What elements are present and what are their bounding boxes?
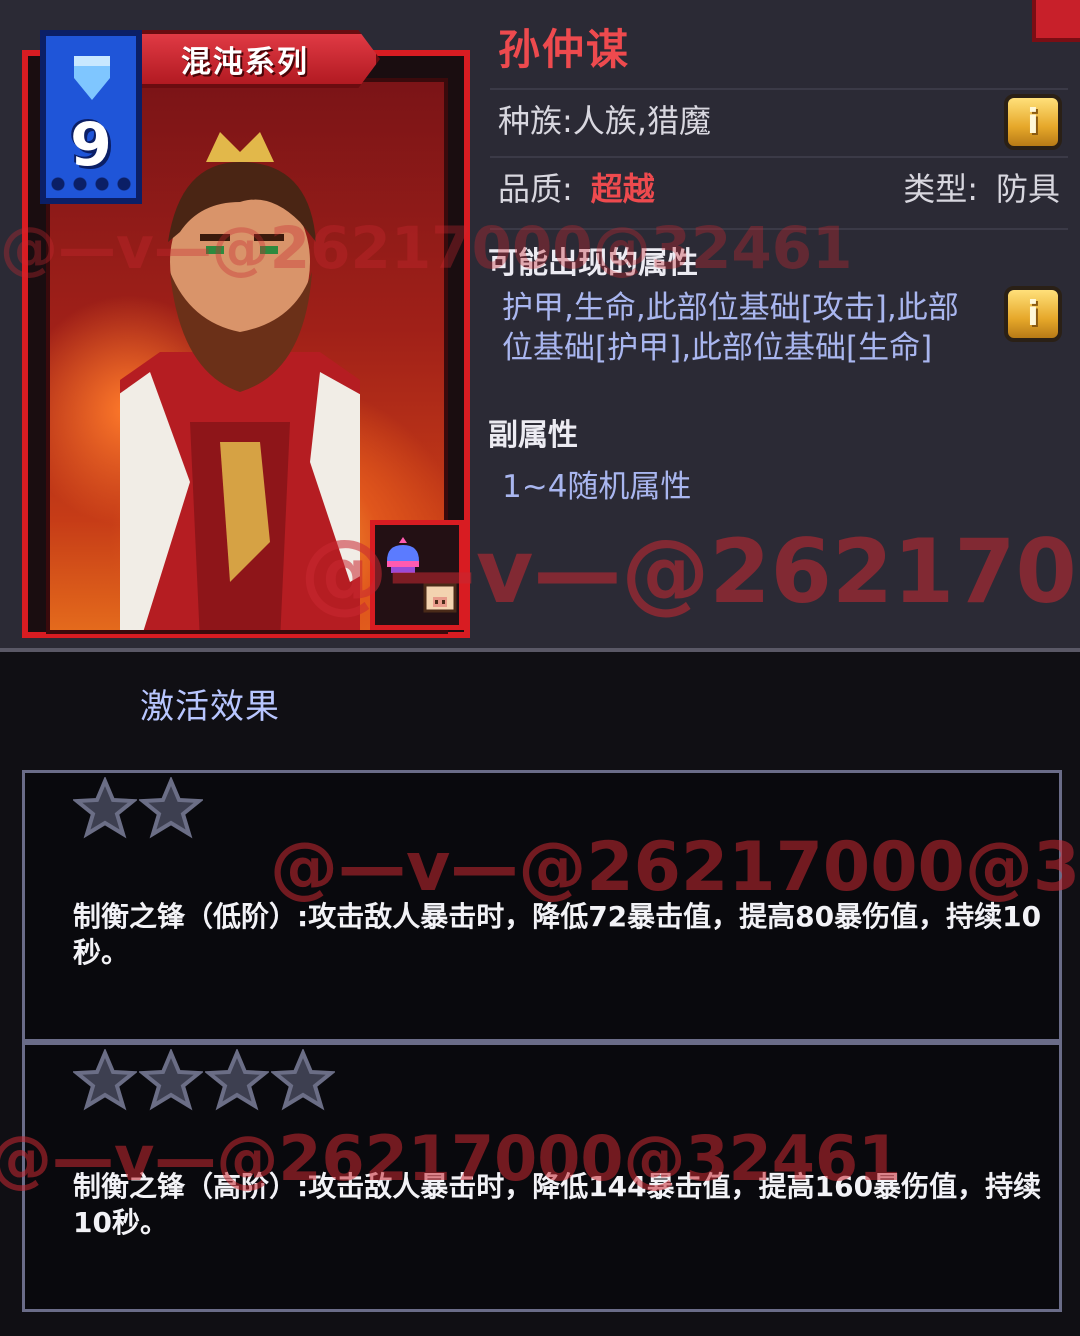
equipment-detail-screen: 混沌系列 9 孙仲谋 种族:人族,猎魔 i 品质: 超越 类型: 防具 可能出现…: [0, 0, 1080, 1336]
quality-row: 品质: 超越: [498, 166, 655, 212]
race-value: 人族,猎魔: [572, 102, 711, 140]
close-button[interactable]: [1032, 0, 1080, 42]
effect-box-high: 制衡之锋（高阶）:攻击敌人暴击时，降低144暴击值，提高160暴伤值，持续10秒…: [22, 1042, 1062, 1312]
star-icon: [139, 1049, 203, 1111]
helmet-icon: [387, 537, 419, 573]
divider: [490, 228, 1068, 230]
cost-badge-trim: [50, 176, 134, 192]
activation-panel: 激活效果 制衡之锋（低阶）:攻击敌人暴击时，降低72暴击值，提高80暴伤值，持续…: [0, 648, 1080, 1336]
item-info-panel: 混沌系列 9 孙仲谋 种族:人族,猎魔 i 品质: 超越 类型: 防具 可能出现…: [0, 0, 1080, 648]
sub-attrs-heading: 副属性: [488, 418, 578, 453]
divider: [490, 88, 1068, 90]
cost-badge: 9: [40, 30, 142, 204]
activation-title: 激活效果: [140, 687, 280, 727]
pig-icon: [423, 583, 457, 613]
type-row: 类型: 防具: [903, 166, 1060, 212]
info-icon: i: [1027, 294, 1039, 334]
quality-label: 品质:: [498, 170, 573, 208]
divider: [490, 156, 1068, 158]
star-rating: [73, 777, 203, 839]
star-icon: [271, 1049, 335, 1111]
star-icon: [73, 1049, 137, 1111]
type-value: 防具: [995, 170, 1060, 208]
race-row: 种族:人族,猎魔: [498, 98, 711, 144]
possible-attrs-heading: 可能出现的属性: [488, 246, 698, 281]
attrs-info-button[interactable]: i: [1004, 286, 1062, 342]
star-icon: [73, 777, 137, 839]
diamond-icon: [74, 56, 110, 100]
quality-value: 超越: [590, 170, 655, 208]
race-info-button[interactable]: i: [1004, 94, 1062, 150]
star-rating: [73, 1049, 335, 1111]
possible-attrs-text: 护甲,生命,此部位基础[攻击],此部位基础[护甲],此部位基础[生命]: [502, 290, 959, 366]
character-figure: [120, 132, 360, 630]
effect-text: 制衡之锋（高阶）:攻击敌人暴击时，降低144暴击值，提高160暴伤值，持续10秒…: [73, 1170, 1042, 1239]
cost-number: 9: [70, 110, 112, 180]
slot-badge: [370, 520, 464, 630]
item-name: 孙仲谋: [498, 25, 631, 74]
star-icon: [139, 777, 203, 839]
type-label: 类型:: [903, 170, 978, 208]
effect-text: 制衡之锋（低阶）:攻击敌人暴击时，降低72暴击值，提高80暴伤值，持续10秒。: [73, 900, 1042, 969]
effect-box-low: 制衡之锋（低阶）:攻击敌人暴击时，降低72暴击值，提高80暴伤值，持续10秒。: [22, 770, 1062, 1042]
series-banner: 混沌系列: [110, 30, 380, 88]
item-card: 混沌系列 9: [18, 30, 470, 638]
sub-attrs-text: 1~4随机属性: [502, 469, 692, 505]
info-icon: i: [1027, 102, 1039, 142]
race-label: 种族:: [498, 102, 573, 140]
star-icon: [205, 1049, 269, 1111]
